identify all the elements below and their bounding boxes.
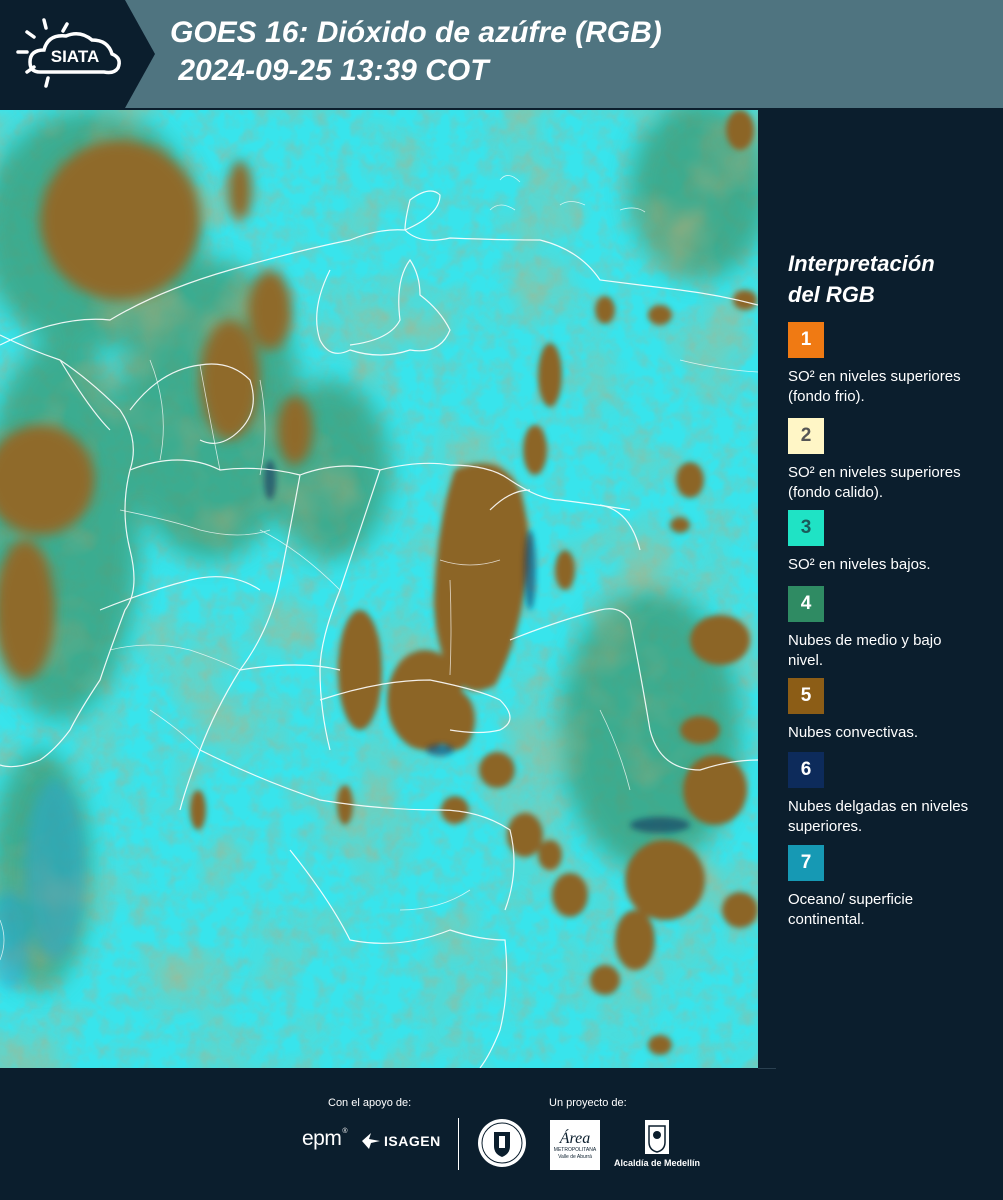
header-bar: SIATA GOES 16: Dióxido de azúfre (RGB) 2…: [0, 0, 1003, 108]
epm-logo: epm ®: [302, 1128, 348, 1150]
legend-item-text: Oceano/ superficie continental.: [788, 891, 914, 928]
legend-title-line1: Interpretación: [788, 251, 935, 276]
project-label: Un proyecto de:: [549, 1097, 627, 1109]
legend-item-text: Nubes de medio y bajo nivel.: [788, 632, 942, 669]
legend-swatch: 6: [788, 752, 824, 788]
legend-swatch: 3: [788, 510, 824, 546]
registered-mark: ®: [342, 1128, 348, 1135]
isagen-logo: ISAGEN: [360, 1131, 441, 1151]
area-logo-sub1: METROPOLITANA: [553, 1146, 597, 1153]
legend-item-text: SO² en niveles bajos.: [788, 556, 931, 573]
alcaldia-medellin-logo: Alcaldía de Medellín: [612, 1118, 702, 1173]
legend-item-text: Nubes convectivas.: [788, 724, 919, 741]
map-edge-line: [758, 1068, 776, 1069]
support-label: Con el apoyo de:: [328, 1097, 412, 1109]
medellin-shield-icon: [645, 1120, 669, 1154]
legend-item-5: 5 Nubes convectivas.: [788, 678, 998, 743]
title-line-product: GOES 16: Dióxido de azúfre (RGB): [170, 16, 662, 49]
legend-item-3: 3 SO² en niveles bajos.: [788, 510, 998, 575]
legend-item-text: SO² en niveles superiores (fondo frio).: [788, 368, 961, 405]
legend-swatch: 4: [788, 586, 824, 622]
isagen-icon: [362, 1133, 380, 1149]
legend-title: Interpretación del RGB: [788, 248, 998, 310]
isagen-logo-text: ISAGEN: [384, 1133, 441, 1149]
legend-item-1: 1 SO² en niveles superiores (fondo frio).: [788, 322, 998, 407]
medellin-logo-text: Alcaldía de Medellín: [613, 1158, 701, 1168]
legend-swatch: 2: [788, 418, 824, 454]
legend-item-2: 2 SO² en niveles superiores (fondo calido…: [788, 418, 998, 503]
legend-item-4: 4 Nubes de medio y bajo nivel.: [788, 586, 998, 671]
legend-item-6: 6 Nubes delgadas en niveles superiores.: [788, 752, 998, 837]
legend-item-text: SO² en niveles superiores (fondo calido)…: [788, 464, 961, 501]
legend-item-7: 7 Oceano/ superficie continental.: [788, 845, 998, 930]
legend: Interpretación del RGB: [788, 248, 998, 310]
legend-swatch: 7: [788, 845, 824, 881]
area-logo-text: Área: [559, 1129, 591, 1147]
legend-title-line2: del RGB: [788, 282, 875, 307]
title-line-timestamp: 2024-09-25 13:39 COT: [170, 54, 489, 87]
legend-swatch: 1: [788, 322, 824, 358]
legend-swatch: 5: [788, 678, 824, 714]
area-logo-sub2: Valle de Aburrá: [558, 1153, 592, 1160]
university-seal-logo: [477, 1118, 527, 1168]
svg-text:SIATA: SIATA: [51, 47, 99, 66]
epm-logo-text: epm: [302, 1127, 342, 1150]
satellite-rgb-map: [0, 110, 758, 1068]
siata-logo: SIATA: [0, 0, 155, 108]
footer-divider: [458, 1118, 459, 1170]
page-title: GOES 16: Dióxido de azúfre (RGB) 2024-09…: [170, 14, 662, 90]
area-metropolitana-logo: Área METROPOLITANA Valle de Aburrá: [550, 1120, 600, 1170]
legend-item-text: Nubes delgadas en niveles superiores.: [788, 798, 969, 835]
seal-icon: [478, 1119, 526, 1167]
